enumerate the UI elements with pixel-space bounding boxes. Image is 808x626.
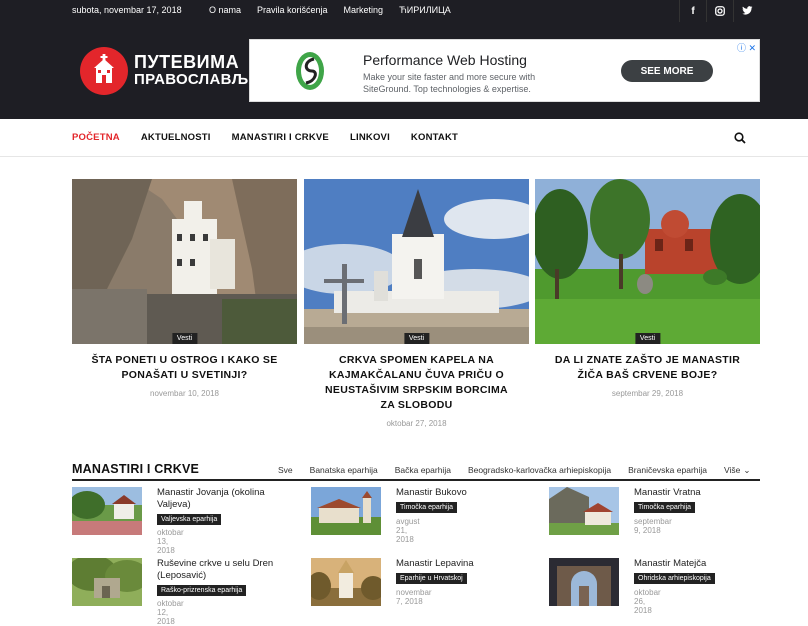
filter-beogradsko-karlovacka[interactable]: Beogradsko-karlovačka arhiepiskopija [468,465,611,476]
card-title[interactable]: Manastir Bukovo [396,487,531,499]
featured-image-kajmakcalan[interactable]: Vesti [304,179,529,344]
thumbnail-bukovo[interactable] [311,487,381,535]
siteground-logo-icon [294,49,326,93]
thumbnail-matejca[interactable] [549,558,619,606]
featured-tag[interactable]: Vesti [634,333,661,344]
featured-image-ostrog[interactable]: Vesti [72,179,297,344]
section-filters: Sve Banatska eparhija Bačka eparhija Beo… [278,465,768,476]
search-icon[interactable] [734,131,746,149]
logo-text: ПУТЕВИМА ПРАВОСЛАВЉА [134,52,260,88]
card-title[interactable]: Manastir Matejča [634,558,769,570]
featured-date: novembar 10, 2018 [150,389,219,398]
category-badge[interactable]: Eparhije u Hrvatskoj [396,573,467,584]
filter-more-label: Više [724,465,741,475]
nav-item-links[interactable]: LINKOVI [350,132,390,143]
filter-all[interactable]: Sve [278,465,293,476]
ad-description: Make your site faster and more secure wi… [363,72,536,94]
featured-date: septembar 29, 2018 [611,389,684,398]
nav-item-contact[interactable]: KONTAKT [411,132,458,143]
top-links: O nama Pravila korišćenja Marketing ЋИРИ… [209,5,467,15]
card-title[interactable]: Manastir Lepavina [396,558,531,570]
ad-see-more-button[interactable]: SEE MORE [621,60,713,82]
site-logo[interactable]: ПУТЕВИМА ПРАВОСЛАВЉА [80,47,260,95]
filter-more[interactable]: Više ⌄ [724,465,751,476]
thumbnail-dren[interactable] [72,558,142,606]
advertisement-banner[interactable]: Performance Web Hosting Make your site f… [249,39,760,102]
filter-branicevska[interactable]: Braničevska eparhija [628,465,707,476]
featured-tag[interactable]: Vesti [171,333,198,344]
card-date: novembar 7, 2018 [396,588,432,606]
top-bar: subota, novembar 17, 2018 O nama Pravila… [0,0,808,22]
category-badge[interactable]: Ohridska arhiepiskopija [634,573,715,584]
ad-info-icon[interactable]: ⓘ ✕ [737,41,756,54]
card-title[interactable]: Ruševine crkve u selu Dren (Leposavić) [157,558,292,582]
section-divider [72,479,760,481]
top-link-marketing[interactable]: Marketing [344,5,384,15]
top-link-about[interactable]: O nama [209,5,241,15]
thumbnail-vratna[interactable] [549,487,619,535]
featured-title[interactable]: ŠTA PONETI U OSTROG I KAKO SE PONAŠATI U… [72,353,297,383]
filter-backa[interactable]: Bačka eparhija [395,465,451,476]
card-date: avgust 21, 2018 [396,517,420,544]
nav-item-home[interactable]: POČETNA [72,132,120,143]
card-title[interactable]: Manastir Jovanja (okolina Valjeva) [157,487,292,511]
card-date: septembar 9, 2018 [634,517,672,535]
logo-line-1: ПУТЕВИМА [134,52,240,72]
category-badge[interactable]: Raško-prizrenska eparhija [157,585,247,596]
chevron-down-icon: ⌄ [743,465,751,475]
facebook-icon[interactable]: f [679,0,706,22]
section-title: MANASTIRI I CRKVE [72,462,200,476]
featured-post-2[interactable]: Vesti CRKVA SPOMEN KAPELA NA KAJMAKČALAN… [304,179,529,428]
category-badge[interactable]: Timočka eparhija [396,502,458,513]
category-badge[interactable]: Timočka eparhija [634,502,696,513]
card-date: oktobar 12, 2018 [157,599,184,626]
featured-image-zica[interactable]: Vesti [535,179,760,344]
church-logo-icon [80,47,128,95]
social-links: f [679,0,760,22]
main-navigation: POČETNA AKTUELNOSTI MANASTIRI I CRKVE LI… [0,119,808,157]
featured-title[interactable]: CRKVA SPOMEN KAPELA NA KAJMAKČALANU ČUVA… [304,353,529,413]
logo-line-2: ПРАВОСЛАВЉА [134,71,260,88]
featured-post-3[interactable]: Vesti DA LI ZNATE ZAŠTO JE MANASTIR ŽIČA… [535,179,760,398]
site-header: ПУТЕВИМА ПРАВОСЛАВЉА Performance Web Hos… [0,22,808,119]
ad-title: Performance Web Hosting [363,52,527,68]
card-title[interactable]: Manastir Vratna [634,487,769,499]
top-link-cyrillic[interactable]: ЋИРИЛИЦА [399,5,451,15]
category-badge[interactable]: Valjevska eparhija [157,514,222,525]
current-date: subota, novembar 17, 2018 [72,5,182,15]
nav-menu: POČETNA AKTUELNOSTI MANASTIRI I CRKVE LI… [72,132,479,143]
card-date: oktobar 13, 2018 [157,528,184,555]
nav-item-news[interactable]: AKTUELNOSTI [141,132,211,143]
featured-title[interactable]: DA LI ZNATE ZAŠTO JE MANASTIR ŽIČA BAŠ C… [535,353,760,383]
thumbnail-jovanja[interactable] [72,487,142,535]
filter-banatska[interactable]: Banatska eparhija [310,465,378,476]
thumbnail-lepavina[interactable] [311,558,381,606]
featured-date: oktobar 27, 2018 [386,419,447,428]
featured-post-1[interactable]: Vesti ŠTA PONETI U OSTROG I KAKO SE PONA… [72,179,297,398]
twitter-icon[interactable] [733,0,760,22]
featured-tag[interactable]: Vesti [403,333,430,344]
instagram-icon[interactable] [706,0,733,22]
top-link-terms[interactable]: Pravila korišćenja [257,5,328,15]
nav-item-monasteries[interactable]: MANASTIRI I CRKVE [232,132,329,143]
card-date: oktobar 26, 2018 [634,588,661,615]
